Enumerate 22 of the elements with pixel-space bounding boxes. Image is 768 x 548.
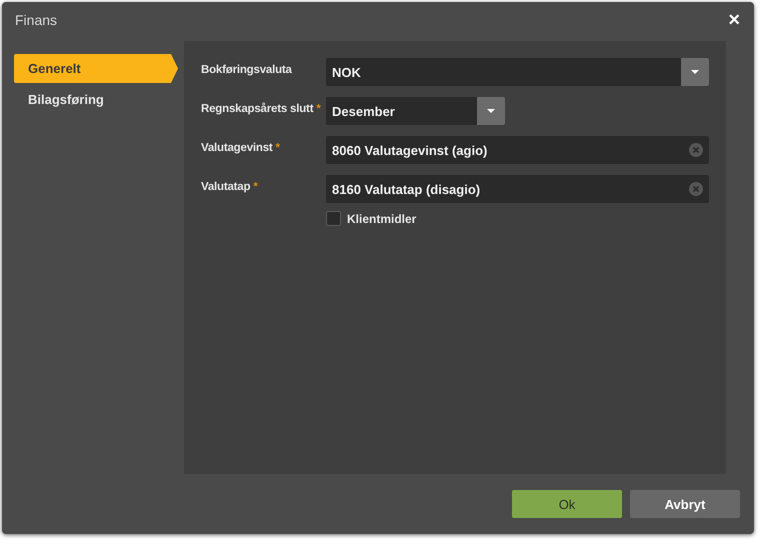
field-label: Valutagevinst * [201, 141, 281, 154]
dropdown-button[interactable] [477, 97, 505, 125]
lookup-field[interactable]: 8160 Valutatap (disagio) [326, 175, 709, 203]
window-title: Finans [15, 12, 58, 28]
clear-icon[interactable] [689, 143, 703, 157]
checkbox-label: Klientmidler [347, 212, 416, 226]
checkbox[interactable] [326, 211, 341, 226]
field-label: Regnskapsårets slutt * [201, 102, 322, 115]
sidebar-item[interactable]: Generelt [14, 54, 178, 83]
field-label: Bokføringsvaluta [201, 63, 293, 76]
caret-icon [487, 109, 495, 113]
lookup-field[interactable]: 8060 Valutagevinst (agio) [326, 136, 709, 164]
ok-button[interactable]: Ok [512, 490, 622, 518]
field-label: Valutatap * [201, 180, 259, 193]
caret-icon [691, 70, 699, 74]
select-field[interactable]: Desember [326, 97, 505, 125]
close-button[interactable]: × [728, 10, 740, 30]
dropdown-button[interactable] [681, 58, 709, 86]
sidebar-item[interactable]: Bilagsføring [14, 85, 178, 114]
clear-icon[interactable] [689, 182, 703, 196]
cancel-button[interactable]: Avbryt [630, 490, 740, 518]
select-field[interactable]: NOK [326, 58, 709, 86]
